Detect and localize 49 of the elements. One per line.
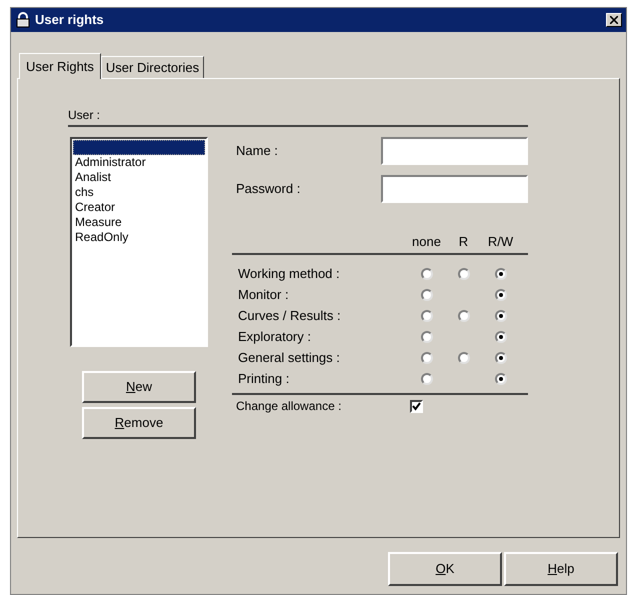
row-label: Working method :	[238, 264, 341, 283]
radio-button[interactable]	[420, 372, 432, 384]
radio-button[interactable]	[494, 352, 506, 364]
radio-button[interactable]	[420, 352, 432, 364]
list-item[interactable]: chs	[73, 185, 205, 200]
padlock-icon	[15, 12, 31, 28]
radio-button[interactable]	[494, 330, 506, 342]
checkbox-label: Change allowance :	[236, 398, 342, 415]
input-field[interactable]	[381, 137, 528, 165]
list-item[interactable]	[73, 140, 205, 155]
checkbox[interactable]	[410, 400, 423, 412]
radio-button[interactable]	[420, 288, 432, 300]
input-field[interactable]	[381, 175, 528, 203]
radio-button[interactable]	[420, 310, 432, 322]
column-header: R/W	[486, 232, 514, 250]
radio-button[interactable]	[494, 372, 506, 384]
column-header: none	[411, 232, 442, 250]
tab[interactable]: User Directories	[100, 56, 204, 78]
push-button[interactable]: New	[82, 371, 196, 403]
row-label: Curves / Results :	[238, 306, 342, 325]
radio-button[interactable]	[494, 288, 506, 300]
row-label: Printing :	[238, 370, 290, 388]
close-icon	[610, 16, 618, 24]
list-item[interactable]: Analist	[73, 170, 205, 185]
close-button[interactable]	[606, 13, 622, 27]
push-button[interactable]: Remove	[82, 407, 196, 439]
column-header: R	[458, 232, 470, 250]
row-label: Monitor :	[238, 286, 290, 304]
list-item[interactable]: ReadOnly	[73, 230, 205, 245]
push-button[interactable]: Help	[504, 552, 618, 586]
radio-button[interactable]	[458, 268, 470, 280]
field-label: Name :	[236, 142, 278, 160]
radio-button[interactable]	[420, 330, 432, 342]
radio-button[interactable]	[420, 268, 432, 280]
list-item[interactable]: Measure	[73, 215, 205, 230]
list-item[interactable]: Creator	[73, 200, 205, 215]
radio-button[interactable]	[494, 268, 506, 280]
user-list[interactable]: Administrator Analist chs Creator Measure ReadOnly	[70, 137, 208, 347]
radio-button[interactable]	[458, 352, 470, 364]
row-label: General settings :	[238, 348, 341, 367]
tab[interactable]: User Rights	[19, 53, 101, 79]
window-title: User rights	[35, 11, 105, 30]
section-label: User :	[68, 107, 102, 123]
row-label: Exploratory :	[238, 328, 312, 346]
list-item[interactable]: Administrator	[73, 155, 205, 170]
radio-button[interactable]	[494, 310, 506, 322]
push-button[interactable]: OK	[388, 552, 502, 586]
radio-button[interactable]	[458, 310, 470, 322]
field-label: Password :	[236, 180, 300, 198]
